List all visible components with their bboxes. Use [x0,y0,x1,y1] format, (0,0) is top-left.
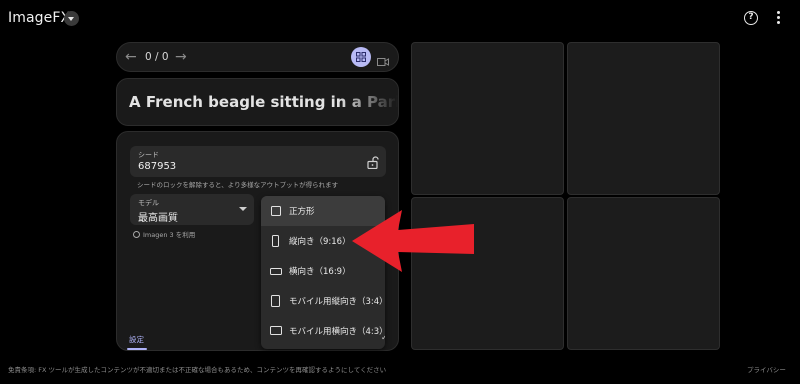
seed-hint: シードのロックを解除すると、より多様なアウトプットが得られます [137,181,339,189]
seed-field[interactable]: シード 687953 [130,146,386,177]
info-icon [133,231,140,238]
portrait-icon [272,235,279,247]
model-value: 最高画質 [138,213,178,224]
image-navigation-bar: ← 0 / 0 → [116,42,399,72]
aspect-option-mobile-landscape[interactable]: モバイル用横向き（4:3） [261,316,385,346]
aspect-option-label: 横向き（16:9） [289,267,351,277]
prompt-box[interactable]: A French beagle sitting in a Parisian ca [116,78,399,126]
model-select[interactable]: モデル 最高画質 [130,194,254,225]
unlock-icon[interactable] [367,154,379,173]
model-label: モデル [138,199,159,207]
seed-value[interactable]: 687953 [138,161,176,172]
tab-settings[interactable]: 設定 [129,334,144,345]
help-icon[interactable]: ? [744,11,758,25]
video-view-icon[interactable] [377,52,389,71]
arrow-right-icon[interactable]: → [175,49,187,65]
app-title: ImageFX [8,10,71,26]
image-tile[interactable] [411,42,564,195]
arrow-left-icon[interactable]: ← [125,49,137,65]
aspect-option-mobile-portrait[interactable]: モバイル用縦向き（3:4） [261,286,385,316]
annotation-arrow-icon [352,210,474,272]
grid-view-icon[interactable] [351,47,371,67]
image-tile[interactable] [567,197,720,350]
prompt-fade [338,79,398,125]
tab-settings-indicator [127,348,147,350]
more-vert-icon[interactable] [775,11,781,25]
imagen-note-text: Imagen 3 を利用 [143,231,196,239]
app-menu-chevron-icon[interactable] [64,11,79,26]
aspect-option-label: モバイル用縦向き（3:4） [289,297,385,307]
square-icon [271,206,281,216]
aspect-option-label: 正方形 [289,207,315,217]
imagen-note: Imagen 3 を利用 [133,229,195,239]
mobile-landscape-icon [270,326,282,335]
image-counter: 0 / 0 [145,51,169,63]
landscape-icon [270,268,282,275]
aspect-option-label: モバイル用横向き（4:3） [289,327,385,337]
aspect-option-label: 縦向き（9:16） [289,237,351,247]
privacy-link[interactable]: プライバシー [747,364,786,374]
disclaimer-text: 免責条項: FX ツールが生成したコンテンツが不適切または不正確な場合もあるため… [8,366,387,374]
image-tile[interactable] [567,42,720,195]
check-icon: ✓ [381,333,385,342]
seed-label: シード [138,151,159,159]
mobile-portrait-icon [271,295,280,307]
top-bar: ImageFX ? [0,0,800,38]
dropdown-caret-icon [239,207,247,211]
